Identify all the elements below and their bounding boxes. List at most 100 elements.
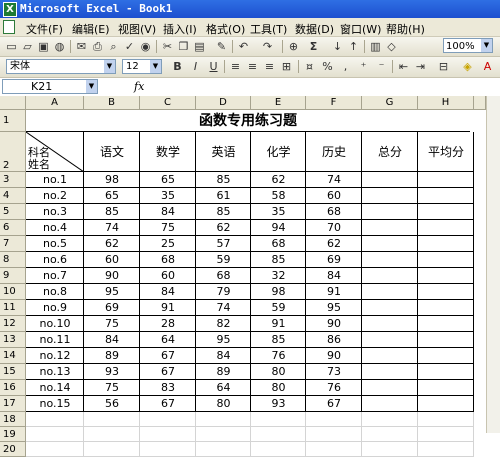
column-header-b[interactable]: B <box>84 96 140 110</box>
row-header[interactable]: 3 <box>0 172 26 188</box>
cell[interactable] <box>26 442 84 457</box>
menu-insert[interactable]: 插入(I) <box>163 21 197 37</box>
name-box[interactable]: K21 ▼ <box>2 79 98 94</box>
chevron-down-icon[interactable]: ▼ <box>481 39 492 52</box>
row-header[interactable]: 11 <box>0 300 26 316</box>
row-header[interactable]: 13 <box>0 332 26 348</box>
align-right-icon[interactable]: ≡ <box>262 59 277 74</box>
menu-file[interactable]: 文件(F) <box>26 21 63 37</box>
cell[interactable] <box>362 412 418 427</box>
row-header[interactable]: 17 <box>0 396 26 412</box>
cell[interactable] <box>84 427 140 442</box>
chevron-down-icon[interactable]: ▼ <box>104 60 115 73</box>
increase-indent-icon[interactable]: ⇥ <box>413 59 428 74</box>
merge-center-icon[interactable]: ⊞ <box>279 59 294 74</box>
cell[interactable] <box>140 442 196 457</box>
new-icon[interactable]: ▭ <box>4 39 19 54</box>
fill-color-icon[interactable]: ◈ <box>460 59 475 74</box>
sheet-title[interactable]: 函数专用练习题 <box>26 110 470 132</box>
borders-icon[interactable]: ⊟ <box>436 59 451 74</box>
font-size-select[interactable]: 12 ▼ <box>122 59 162 74</box>
row-header[interactable]: 12 <box>0 316 26 332</box>
column-header-c[interactable]: C <box>140 96 196 110</box>
italic-button[interactable]: I <box>188 59 203 74</box>
row-header[interactable]: 4 <box>0 188 26 204</box>
vertical-scrollbar[interactable] <box>486 96 500 433</box>
align-center-icon[interactable]: ≡ <box>245 59 260 74</box>
percent-button[interactable]: % <box>320 59 335 74</box>
cut-icon[interactable]: ✂ <box>160 39 175 54</box>
sort-asc-icon[interactable]: ↓ <box>330 39 345 54</box>
workbook-icon[interactable] <box>3 20 15 34</box>
bold-button[interactable]: B <box>170 59 185 74</box>
underline-button[interactable]: U <box>206 59 221 74</box>
chevron-down-icon[interactable]: ▼ <box>86 80 97 93</box>
copy-icon[interactable]: ❐ <box>176 39 191 54</box>
row-header[interactable]: 5 <box>0 204 26 220</box>
autosum-icon[interactable]: Σ <box>306 39 321 54</box>
zoom-select[interactable]: 100% ▼ <box>443 38 493 53</box>
cell[interactable] <box>251 412 306 427</box>
row-header[interactable]: 16 <box>0 380 26 396</box>
menu-view[interactable]: 视图(V) <box>118 21 156 37</box>
column-header-g[interactable]: G <box>362 96 418 110</box>
fx-icon[interactable]: fx <box>134 80 144 93</box>
decrease-indent-icon[interactable]: ⇤ <box>396 59 411 74</box>
open-icon[interactable]: ▱ <box>20 39 35 54</box>
column-header-h[interactable]: H <box>418 96 474 110</box>
menu-format[interactable]: 格式(O) <box>206 21 245 37</box>
save-icon[interactable]: ▣ <box>36 39 51 54</box>
hyperlink-icon[interactable]: ⊕ <box>286 39 301 54</box>
print-icon[interactable]: ⎙ <box>90 39 105 54</box>
paste-icon[interactable]: ▤ <box>192 39 207 54</box>
cell[interactable] <box>362 427 418 442</box>
chart-icon[interactable]: ▥ <box>368 39 383 54</box>
cell[interactable] <box>251 427 306 442</box>
row-header[interactable]: 6 <box>0 220 26 236</box>
undo-icon[interactable]: ↶ <box>236 39 251 54</box>
column-header-d[interactable]: D <box>196 96 251 110</box>
chevron-down-icon[interactable]: ▼ <box>150 60 161 73</box>
menu-edit[interactable]: 编辑(E) <box>72 21 110 37</box>
column-header-e[interactable]: E <box>251 96 306 110</box>
cell[interactable] <box>84 412 140 427</box>
sort-desc-icon[interactable]: ↑ <box>346 39 361 54</box>
cell[interactable] <box>362 442 418 457</box>
row-header[interactable]: 18 <box>0 412 26 427</box>
formula-input[interactable] <box>150 79 480 94</box>
row-header[interactable]: 9 <box>0 268 26 284</box>
format-painter-icon[interactable]: ✎ <box>214 39 229 54</box>
cell[interactable] <box>418 412 474 427</box>
row-header[interactable]: 14 <box>0 348 26 364</box>
cell[interactable] <box>251 442 306 457</box>
cell[interactable] <box>140 427 196 442</box>
menu-window[interactable]: 窗口(W) <box>340 21 381 37</box>
currency-icon[interactable]: ¤ <box>302 59 317 74</box>
menu-tools[interactable]: 工具(T) <box>250 21 287 37</box>
decrease-decimal-icon[interactable]: ⁻ <box>374 59 389 74</box>
row-header[interactable]: 20 <box>0 442 26 457</box>
cell[interactable] <box>306 427 362 442</box>
column-header-f[interactable]: F <box>306 96 362 110</box>
font-color-icon[interactable]: A <box>480 59 495 74</box>
cell[interactable] <box>84 442 140 457</box>
menu-help[interactable]: 帮助(H) <box>386 21 425 37</box>
cell[interactable] <box>418 442 474 457</box>
email-icon[interactable]: ✉ <box>74 39 89 54</box>
row-header[interactable]: 1 <box>0 110 26 132</box>
cell[interactable] <box>140 412 196 427</box>
cell[interactable] <box>26 427 84 442</box>
cell[interactable] <box>418 427 474 442</box>
row-header[interactable]: 15 <box>0 364 26 380</box>
row-header[interactable]: 7 <box>0 236 26 252</box>
spelling-icon[interactable]: ✓ <box>122 39 137 54</box>
align-left-icon[interactable]: ≡ <box>228 59 243 74</box>
column-header-a[interactable]: A <box>26 96 84 110</box>
permission-icon[interactable]: ◍ <box>52 39 67 54</box>
research-icon[interactable]: ◉ <box>138 39 153 54</box>
font-name-select[interactable]: 宋体 ▼ <box>6 59 116 74</box>
cell[interactable] <box>196 442 251 457</box>
row-header[interactable]: 10 <box>0 284 26 300</box>
increase-decimal-icon[interactable]: ⁺ <box>356 59 371 74</box>
row-header[interactable]: 2 <box>0 132 26 172</box>
